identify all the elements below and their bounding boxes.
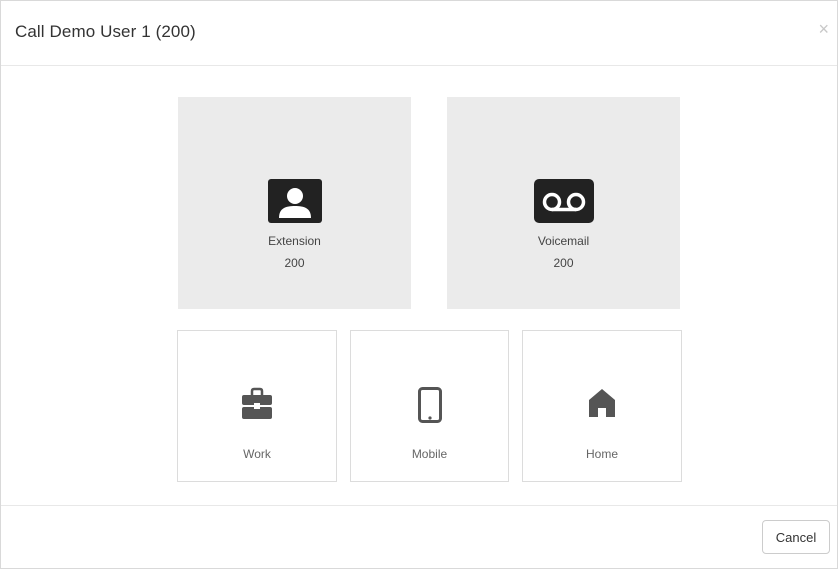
close-icon[interactable]: × <box>818 19 829 39</box>
extension-label: Extension <box>268 234 321 248</box>
voicemail-number: 200 <box>553 256 574 270</box>
voicemail-icon <box>533 179 594 228</box>
call-dialog: Call Demo User 1 (200) × Extension 200 V… <box>0 0 838 569</box>
voicemail-option[interactable]: Voicemail 200 <box>447 97 680 309</box>
home-label: Home <box>585 447 618 461</box>
mobile-option[interactable]: Mobile <box>350 330 509 482</box>
dialog-header: Call Demo User 1 (200) × <box>1 1 837 66</box>
voicemail-label: Voicemail <box>537 234 590 248</box>
briefcase-icon <box>241 387 273 426</box>
house-icon <box>587 387 617 424</box>
mobile-label: Mobile <box>411 447 448 461</box>
dialog-footer: Cancel <box>1 505 837 569</box>
contact-card-icon <box>267 179 322 228</box>
work-option[interactable]: Work <box>177 330 337 482</box>
extension-option[interactable]: Extension 200 <box>178 97 411 309</box>
cancel-button[interactable]: Cancel <box>762 520 830 554</box>
mobile-phone-icon <box>417 387 442 428</box>
home-option[interactable]: Home <box>522 330 682 482</box>
dialog-title: Call Demo User 1 (200) <box>15 22 196 41</box>
work-label: Work <box>243 447 271 461</box>
extension-number: 200 <box>284 256 305 270</box>
